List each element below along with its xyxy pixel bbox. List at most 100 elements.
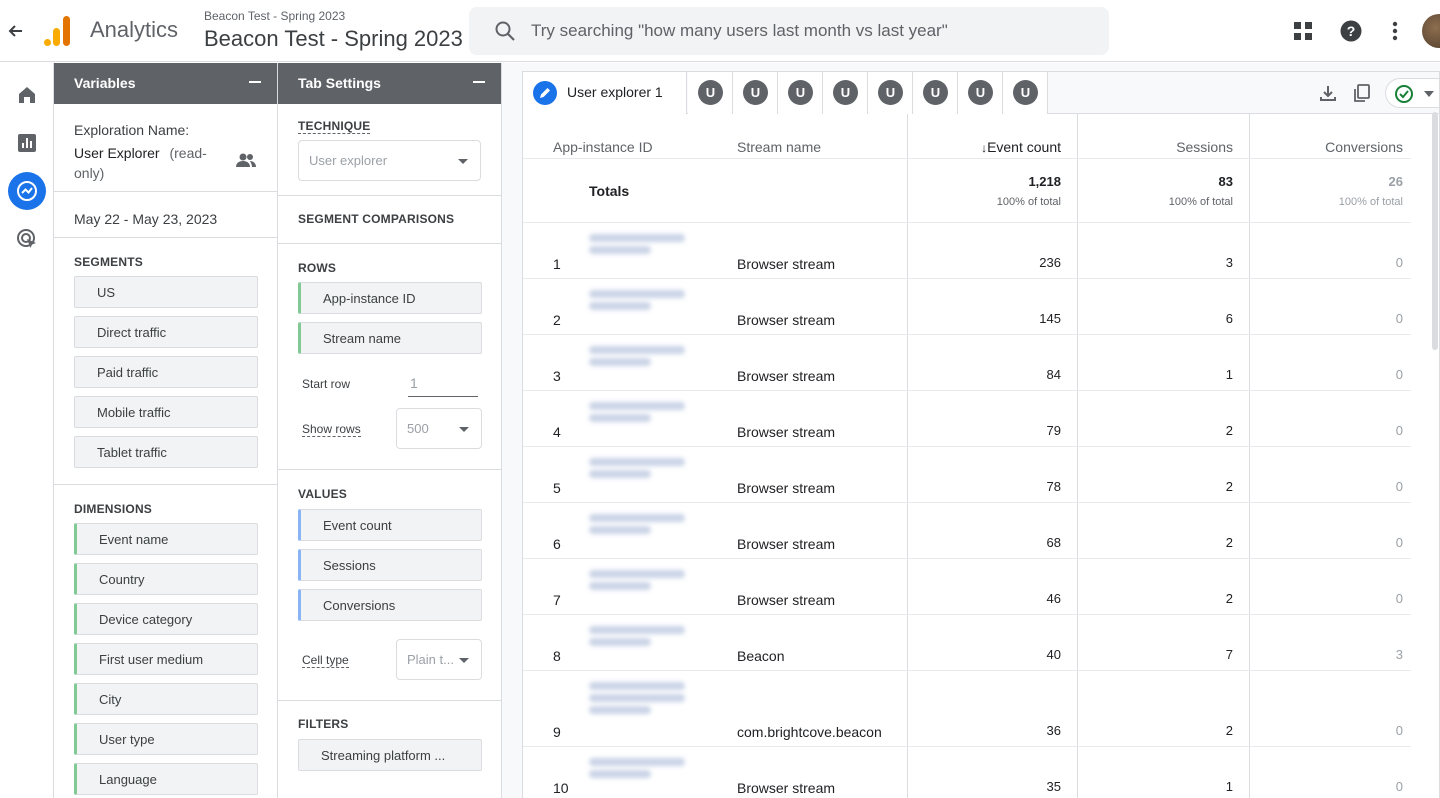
- duplicate-icon[interactable]: [1349, 80, 1375, 106]
- column-header-event-count[interactable]: ↓Event count: [907, 126, 1061, 162]
- sessions-cell: 3: [1225, 255, 1233, 270]
- stream-name-cell: Beacon: [737, 648, 785, 664]
- dimension-chip[interactable]: Device category: [74, 603, 258, 635]
- tab-user-7[interactable]: U: [958, 72, 1003, 114]
- start-row-label: Start row: [302, 377, 351, 391]
- tab-user-6[interactable]: U: [913, 72, 958, 114]
- tab-user-2[interactable]: U: [733, 72, 778, 114]
- dimension-chip[interactable]: Country: [74, 563, 258, 595]
- reports-icon[interactable]: [8, 124, 46, 162]
- user-avatar-letter: U: [698, 80, 723, 105]
- home-icon[interactable]: [8, 76, 46, 114]
- apps-grid-icon[interactable]: [1289, 17, 1317, 45]
- minimize-variables-icon[interactable]: [249, 81, 261, 83]
- sessions-cell: 2: [1225, 479, 1233, 494]
- app-name[interactable]: Analytics: [90, 17, 178, 43]
- column-header-sessions[interactable]: Sessions: [1077, 126, 1233, 162]
- technique-dropdown[interactable]: User explorer: [298, 140, 481, 181]
- column-header-conversions[interactable]: Conversions: [1249, 126, 1403, 162]
- chevron-down-icon: [1424, 91, 1434, 97]
- segment-chip[interactable]: Direct traffic: [74, 316, 258, 348]
- redacted-app-instance-id[interactable]: [589, 510, 689, 550]
- back-arrow-icon[interactable]: [4, 18, 26, 44]
- redacted-app-instance-id[interactable]: [589, 622, 689, 662]
- value-metric-chip[interactable]: Event count: [298, 509, 482, 541]
- exploration-canvas-area: User explorer 1 UUUUUUUU App-instance ID…: [502, 63, 1440, 798]
- dimension-chip[interactable]: First user medium: [74, 643, 258, 675]
- user-avatar-letter: U: [968, 80, 993, 105]
- redacted-app-instance-id[interactable]: [589, 286, 689, 326]
- minimize-tab-settings-icon[interactable]: [473, 81, 485, 83]
- vertical-scrollbar[interactable]: [1432, 112, 1438, 350]
- value-metric-chip[interactable]: Conversions: [298, 589, 482, 621]
- dimension-chip[interactable]: Language: [74, 763, 258, 795]
- shared-people-icon: [236, 152, 256, 173]
- search-input[interactable]: [531, 17, 1091, 45]
- dimension-chip[interactable]: Event name: [74, 523, 258, 555]
- redacted-app-instance-id[interactable]: [589, 566, 689, 606]
- tab-user-8[interactable]: U: [1003, 72, 1048, 114]
- segment-chip[interactable]: Mobile traffic: [74, 396, 258, 428]
- total-sessions: 83: [1218, 174, 1233, 189]
- row-divider: [523, 558, 1411, 559]
- sampling-status-button[interactable]: [1385, 78, 1439, 108]
- segment-chip[interactable]: US: [74, 276, 258, 308]
- row-divider: [523, 334, 1411, 335]
- cell-type-dropdown[interactable]: Plain t...: [396, 639, 482, 680]
- download-icon[interactable]: [1315, 80, 1341, 106]
- tab-user-explorer-1[interactable]: User explorer 1: [523, 72, 687, 114]
- exploration-name-label: Exploration Name:: [74, 122, 190, 138]
- conversions-cell: 0: [1395, 591, 1403, 606]
- search-bar[interactable]: [469, 7, 1109, 55]
- dimension-chip[interactable]: City: [74, 683, 258, 715]
- more-vert-icon[interactable]: [1381, 17, 1409, 45]
- conversions-cell: 0: [1395, 311, 1403, 326]
- account-avatar[interactable]: [1422, 14, 1440, 48]
- tab-user-3[interactable]: U: [778, 72, 823, 114]
- dimension-chip[interactable]: User type: [74, 723, 258, 755]
- segment-chip[interactable]: Paid traffic: [74, 356, 258, 388]
- total-event-count-pct: 100% of total: [996, 196, 1061, 208]
- stream-name-cell: Browser stream: [737, 368, 836, 384]
- start-row-input[interactable]: 1: [408, 369, 478, 397]
- event-count-cell: 84: [1046, 367, 1061, 382]
- column-header-app-instance-id[interactable]: App-instance ID: [553, 126, 653, 162]
- filter-chip[interactable]: Streaming platform ...: [298, 739, 482, 771]
- edit-pencil-icon[interactable]: [533, 81, 557, 105]
- user-avatar-letter: U: [833, 80, 858, 105]
- redacted-app-instance-id[interactable]: [589, 754, 689, 794]
- filters-label: FILTERS: [298, 717, 349, 731]
- event-count-cell: 36: [1046, 723, 1061, 738]
- value-metric-chip[interactable]: Sessions: [298, 549, 482, 581]
- segment-chip[interactable]: Tablet traffic: [74, 436, 258, 468]
- show-rows-dropdown[interactable]: 500: [396, 408, 482, 449]
- date-range-selector[interactable]: May 22 - May 23, 2023: [74, 211, 217, 227]
- show-rows-label: Show rows: [302, 422, 361, 437]
- row-dimension-chip[interactable]: App-instance ID: [298, 282, 482, 314]
- redacted-app-instance-id[interactable]: [589, 454, 689, 494]
- tab-user-1[interactable]: U: [688, 72, 733, 114]
- row-dimension-chip[interactable]: Stream name: [298, 322, 482, 354]
- stream-name-cell: Browser stream: [737, 480, 836, 496]
- conversions-cell: 0: [1395, 255, 1403, 270]
- sessions-cell: 1: [1225, 367, 1233, 382]
- cell-type-value: Plain t...: [407, 652, 454, 667]
- event-count-cell: 46: [1046, 591, 1061, 606]
- account-breadcrumb[interactable]: Beacon Test - Spring 2023: [204, 9, 345, 23]
- conversions-cell: 0: [1395, 423, 1403, 438]
- redacted-app-instance-id[interactable]: [589, 398, 689, 438]
- help-icon[interactable]: ?: [1337, 17, 1365, 45]
- property-selector[interactable]: Beacon Test - Spring 2023: [204, 26, 463, 52]
- analytics-logo-icon[interactable]: [44, 16, 72, 46]
- advertising-icon[interactable]: [8, 220, 46, 258]
- column-header-stream-name[interactable]: Stream name: [737, 126, 821, 162]
- redacted-app-instance-id[interactable]: [589, 342, 689, 382]
- tab-user-4[interactable]: U: [823, 72, 868, 114]
- tab-user-5[interactable]: U: [868, 72, 913, 114]
- redacted-app-instance-id[interactable]: [589, 230, 689, 270]
- redacted-app-instance-id[interactable]: [589, 678, 689, 738]
- event-count-cell: 236: [1039, 255, 1061, 270]
- explore-icon[interactable]: [8, 172, 46, 210]
- row-divider: [523, 746, 1411, 747]
- conversions-cell: 0: [1395, 367, 1403, 382]
